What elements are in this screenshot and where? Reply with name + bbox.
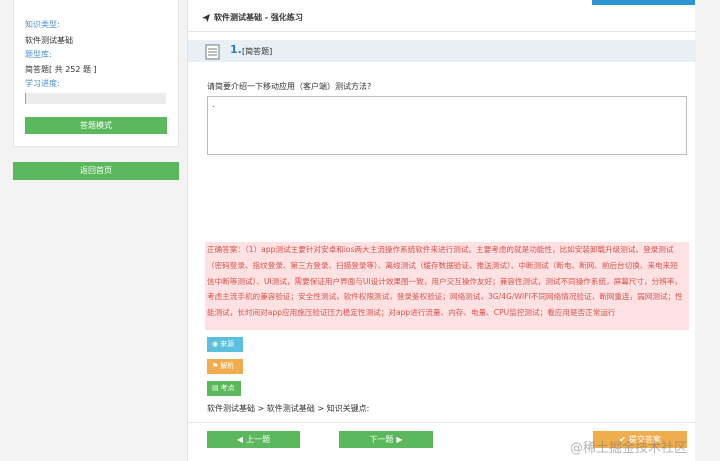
page-title-text: 软件测试基础 - 强化练习	[214, 13, 303, 22]
source-label: 来源	[220, 340, 235, 348]
watermark: @稀土掘金技术社区	[570, 441, 688, 456]
previous-question-button[interactable]: ◀ 上一题	[207, 431, 300, 448]
progress-bar	[25, 93, 166, 104]
divider	[188, 31, 696, 32]
key-point-button[interactable]: ▤ 考点	[207, 381, 241, 396]
question-type-value: 简答题[ 共 252 题 ]	[25, 65, 97, 74]
divider	[188, 422, 696, 423]
flag-icon: ⚑	[212, 362, 219, 370]
question-text: 请简要介绍一下移动应用（客户端）测试方法?	[207, 82, 372, 91]
eye-icon: ◉	[212, 340, 219, 348]
knowledge-type-label: 知识类型:	[25, 20, 60, 29]
answer-textarea[interactable]: .	[207, 96, 687, 155]
info-panel: 知识类型: 软件测试基础 题型库: 简答题[ 共 252 题 ] 学习进度: 答…	[13, 0, 179, 147]
document-icon	[205, 44, 220, 60]
question-type-label: 题型库:	[25, 50, 52, 59]
next-label: 下一题	[369, 435, 394, 444]
question-number: 1.	[230, 43, 242, 56]
chevron-right-circle-icon: ▶	[396, 435, 403, 444]
analysis-label: 解析	[220, 362, 235, 370]
next-question-button[interactable]: 下一题 ▶	[339, 431, 433, 448]
main-panel: 软件测试基础 - 强化练习 1. [简答题] 请简要介绍一下移动应用（客户端）测…	[187, 0, 696, 461]
top-right-accent	[592, 0, 695, 5]
source-button[interactable]: ◉ 来源	[207, 337, 243, 352]
return-home-button[interactable]: 返回首页	[13, 162, 179, 180]
previous-label: 上一题	[246, 435, 271, 444]
question-header: 1. [简答题]	[188, 40, 696, 62]
book-icon: ▤	[212, 384, 219, 392]
progress-label: 学习进度:	[25, 79, 60, 88]
paper-plane-icon	[202, 13, 210, 22]
answer-mode-button[interactable]: 答题模式	[25, 117, 167, 134]
breadcrumb: 软件测试基础 > 软件测试基础 > 知识关键点:	[207, 404, 370, 413]
key-point-label: 考点	[220, 384, 235, 392]
chevron-left-circle-icon: ◀	[236, 435, 244, 444]
analysis-button[interactable]: ⚑ 解析	[207, 359, 243, 374]
page-title: 软件测试基础 - 强化练习	[202, 12, 303, 23]
correct-answer: 正确答案：（1）app测试主要针对安卓和ios两大主流操作系统软件来进行测试。主…	[205, 242, 689, 330]
knowledge-type-value: 软件测试基础	[25, 36, 73, 45]
question-type-tag: [简答题]	[242, 47, 273, 56]
